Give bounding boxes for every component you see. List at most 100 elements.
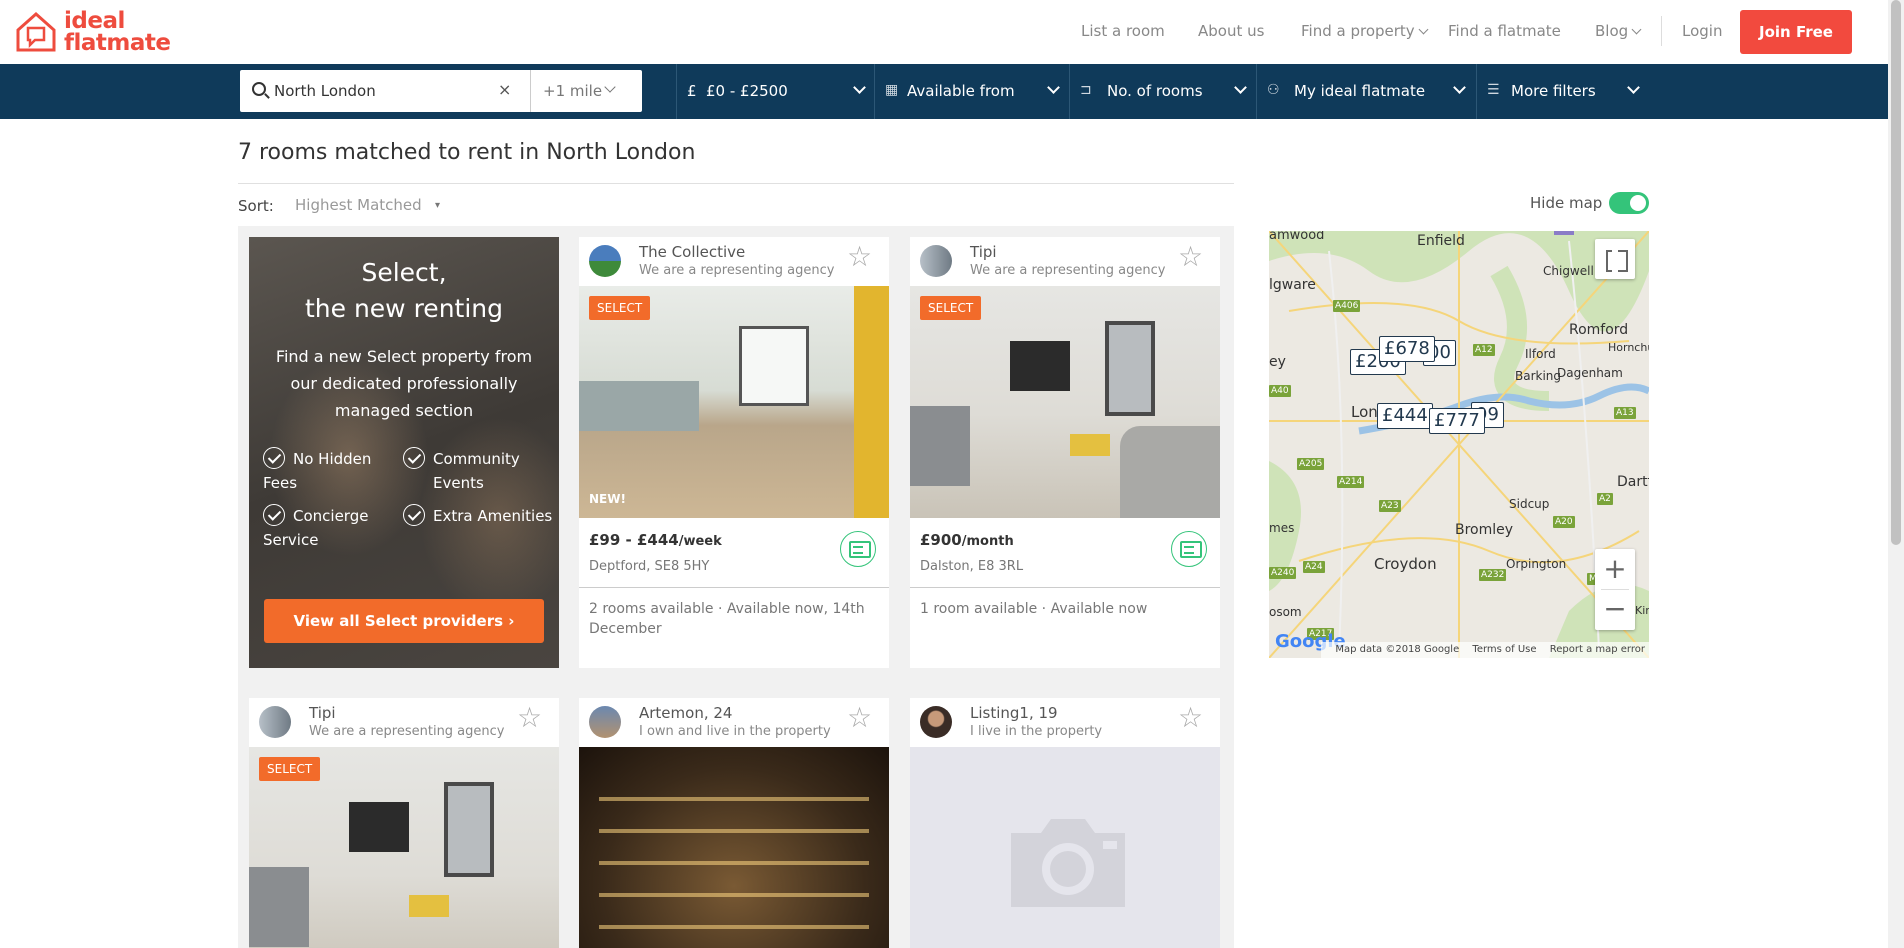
join-free-button[interactable]: Join Free xyxy=(1740,10,1852,54)
search-separator xyxy=(530,70,531,112)
price-filter-label: £0 - £2500 xyxy=(706,82,788,100)
map-price-pin[interactable]: £678 xyxy=(1379,336,1435,362)
road-shield: A23 xyxy=(1379,500,1401,512)
chevron-down-icon xyxy=(1418,24,1429,35)
listing-address: Dalston, E8 3RL xyxy=(920,559,1024,574)
results-map[interactable]: amwood Enfield Chigwell lgware Romford H… xyxy=(1269,231,1649,658)
scrollbar-thumb[interactable] xyxy=(1891,0,1901,545)
more-filters-label: More filters xyxy=(1511,82,1596,100)
star-icon[interactable]: ☆ xyxy=(1178,243,1203,271)
listing-photo-placeholder[interactable] xyxy=(910,747,1220,948)
star-icon[interactable]: ☆ xyxy=(517,704,542,732)
divider xyxy=(579,587,889,588)
rooms-filter[interactable]: ⊐ No. of rooms xyxy=(1069,64,1256,119)
road-shield: A240 xyxy=(1269,567,1297,579)
listing-name[interactable]: Tipi xyxy=(970,243,997,261)
map-place-label: Chigwell xyxy=(1543,264,1594,278)
message-icon[interactable] xyxy=(1171,531,1207,567)
chevron-down-icon xyxy=(604,81,616,93)
price-filter[interactable]: £ £0 - £2500 xyxy=(676,64,874,119)
map-base-layer xyxy=(1269,231,1649,658)
more-filters[interactable]: ☰ More filters xyxy=(1476,64,1642,119)
road-shield: A232 xyxy=(1479,569,1507,581)
nav-about-us[interactable]: About us xyxy=(1198,22,1264,40)
promo-description: Find a new Select property from our dedi… xyxy=(275,347,533,420)
listing-name[interactable]: Listing1, 19 xyxy=(970,704,1058,722)
road-shield: A205 xyxy=(1297,458,1325,470)
map-place-label: ey xyxy=(1269,354,1286,370)
ideal-flatmate-label: My ideal flatmate xyxy=(1294,82,1426,100)
price-value: £900 xyxy=(920,531,962,549)
listing-photo[interactable]: SELECT xyxy=(910,286,1220,518)
price-period: /month xyxy=(961,534,1014,549)
chevron-down-icon xyxy=(1453,81,1466,94)
listing-price: £99 - £444/week xyxy=(589,531,722,549)
map-place-label: Hornchur xyxy=(1608,341,1649,354)
listing-photo[interactable]: SELECT NEW! xyxy=(579,286,889,518)
nav-find-a-property[interactable]: Find a property xyxy=(1301,22,1429,40)
map-price-pin[interactable]: £777 xyxy=(1429,408,1485,434)
listing-card[interactable]: Tipi We are a representing agency ☆ SELE… xyxy=(910,237,1220,668)
price-value: £99 - £444 xyxy=(589,531,679,549)
results-title: 7 rooms matched to rent in North London xyxy=(238,140,696,165)
map-data-credit: Map data ©2018 Google xyxy=(1335,644,1460,655)
nav-find-a-flatmate[interactable]: Find a flatmate xyxy=(1448,22,1561,40)
photo-detail xyxy=(1105,321,1155,416)
listing-availability: 1 room available · Available now xyxy=(920,601,1148,617)
caret-down-icon[interactable]: ▾ xyxy=(435,200,440,211)
listing-photo[interactable]: SELECT xyxy=(249,747,559,948)
select-badge: SELECT xyxy=(259,757,321,781)
terms-of-use-link[interactable]: Terms of Use xyxy=(1472,644,1536,655)
map-place-label: Dagenham xyxy=(1557,366,1623,380)
listing-card[interactable]: Artemon, 24 I own and live in the proper… xyxy=(579,698,889,948)
listing-name[interactable]: Artemon, 24 xyxy=(639,704,732,722)
map-price-pin[interactable]: £444 xyxy=(1377,403,1433,429)
star-icon[interactable]: ☆ xyxy=(1178,704,1203,732)
available-from-filter[interactable]: ▦ Available from xyxy=(874,64,1069,119)
nav-login[interactable]: Login xyxy=(1682,22,1722,40)
hide-map-toggle[interactable] xyxy=(1609,192,1649,214)
star-icon[interactable]: ☆ xyxy=(847,704,872,732)
listing-name[interactable]: The Collective xyxy=(639,243,745,261)
map-place-label: mes xyxy=(1269,521,1295,535)
view-select-providers-button[interactable]: View all Select providers › xyxy=(264,599,544,643)
location-search[interactable]: North London × +1 mile xyxy=(240,70,642,112)
star-icon[interactable]: ☆ xyxy=(847,243,872,271)
report-map-error-link[interactable]: Report a map error xyxy=(1550,644,1645,655)
map-place-label: Orpington xyxy=(1506,557,1567,571)
page-scrollbar[interactable] xyxy=(1888,0,1904,948)
zoom-in-button[interactable]: + xyxy=(1595,553,1635,585)
listing-card[interactable]: Tipi We are a representing agency ☆ SELE… xyxy=(249,698,559,948)
new-tag: NEW! xyxy=(589,492,626,506)
zoom-out-button[interactable]: − xyxy=(1595,593,1635,625)
house-chat-logo-icon xyxy=(16,11,56,52)
promo-feature-label: Extra Amenities xyxy=(433,507,553,525)
photo-detail xyxy=(579,381,699,431)
photo-detail xyxy=(1010,341,1070,391)
location-input[interactable]: North London xyxy=(274,82,376,100)
ideal-flatmate-logo[interactable]: ideal flatmate xyxy=(14,10,171,56)
photo-detail xyxy=(854,286,889,518)
listing-photo[interactable] xyxy=(579,747,889,948)
road-shield: A2 xyxy=(1597,493,1613,505)
nav-blog[interactable]: Blog xyxy=(1595,22,1642,40)
radius-select[interactable]: +1 mile xyxy=(543,82,602,100)
photo-detail xyxy=(599,777,869,948)
fullscreen-icon[interactable] xyxy=(1595,239,1635,279)
map-place-label: lgware xyxy=(1269,277,1316,293)
listing-card[interactable]: The Collective We are a representing age… xyxy=(579,237,889,668)
map-zoom-control: + − xyxy=(1595,549,1635,630)
listing-card[interactable]: Listing1, 19 I live in the property ☆ xyxy=(910,698,1220,948)
listing-name[interactable]: Tipi xyxy=(309,704,336,722)
clear-location-button[interactable]: × xyxy=(498,80,511,99)
road-shield: A406 xyxy=(1333,300,1361,312)
ideal-flatmate-filter[interactable]: ⚇ My ideal flatmate xyxy=(1256,64,1476,119)
sort-select[interactable]: Highest Matched xyxy=(295,196,422,214)
logo-word-flatmate: flatmate xyxy=(64,30,171,56)
photo-detail xyxy=(444,782,494,877)
message-icon[interactable] xyxy=(840,531,876,567)
chevron-down-icon xyxy=(1234,81,1247,94)
nav-list-a-room[interactable]: List a room xyxy=(1081,22,1165,40)
map-place-label: Croydon xyxy=(1374,555,1437,573)
divider xyxy=(1601,589,1629,590)
